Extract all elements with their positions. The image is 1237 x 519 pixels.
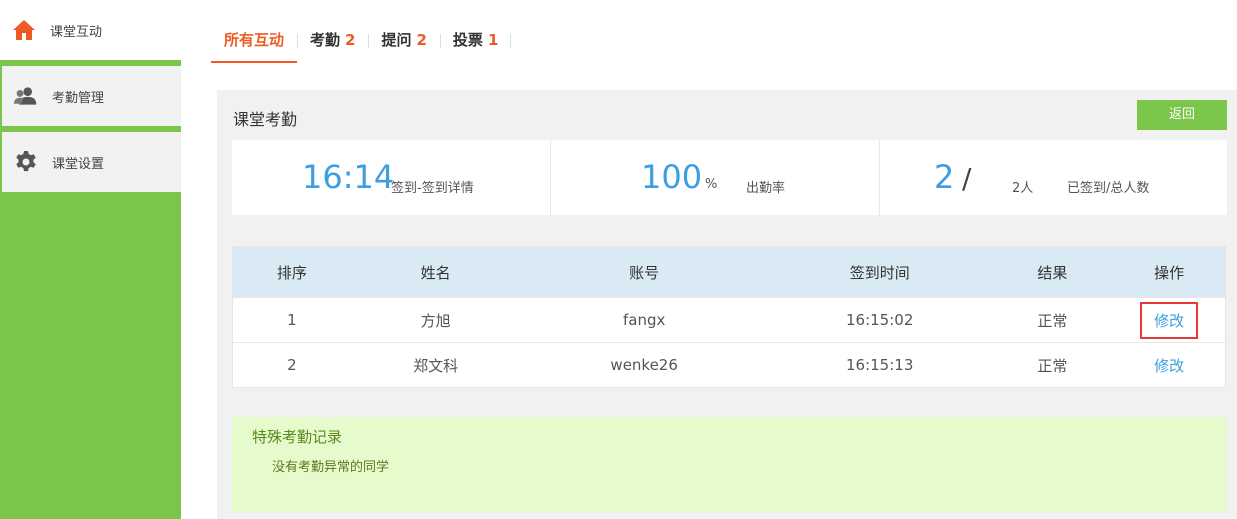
special-records-empty-text: 没有考勤异常的同学 xyxy=(272,460,390,475)
student-account: wenke26 xyxy=(610,356,678,374)
sidebar: 课堂互动 考勤管理 课堂设置 xyxy=(0,0,181,519)
tab-all-interactions[interactable]: 所有互动 xyxy=(211,22,298,63)
checkin-time: 16:15:02 xyxy=(846,311,914,329)
tab-questions[interactable]: 提问 2 xyxy=(368,22,439,62)
back-button[interactable]: 返回 xyxy=(1137,100,1227,130)
attendance-stats: 16:14 签到-签到详情 100 % 出勤率 2 / 2人 已签到/总人数 xyxy=(232,140,1227,215)
attendance-panel: 课堂考勤 返回 16:14 签到-签到详情 100 % 出勤率 2 / 2人 已… xyxy=(217,90,1237,519)
users-icon xyxy=(14,84,38,108)
special-attendance-records: 特殊考勤记录 没有考勤异常的同学 xyxy=(232,417,1227,512)
attendance-result: 正常 xyxy=(1037,356,1068,375)
stat-checkin-time: 16:14 签到-签到详情 xyxy=(232,140,551,215)
tab-count: 2 xyxy=(416,31,427,49)
column-header: 操作 xyxy=(1154,263,1185,282)
sidebar-item-attendance-management[interactable]: 考勤管理 xyxy=(2,66,181,126)
tab-divider xyxy=(368,34,370,48)
column-header: 结果 xyxy=(1037,263,1068,282)
gear-icon xyxy=(14,150,38,174)
sidebar-item-classroom-settings[interactable]: 课堂设置 xyxy=(2,132,181,192)
action-cell: 修改 xyxy=(1113,301,1225,339)
checkin-time: 16:15:13 xyxy=(846,356,914,374)
special-records-title: 特殊考勤记录 xyxy=(252,428,343,446)
attendance-result: 正常 xyxy=(1037,311,1068,330)
total-count-value: 2人 xyxy=(1012,181,1034,196)
student-name: 郑文科 xyxy=(413,356,459,375)
row-index: 1 xyxy=(287,311,297,329)
row-index: 2 xyxy=(287,356,297,374)
sidebar-item-label: 考勤管理 xyxy=(52,90,105,106)
action-cell: 修改 xyxy=(1113,349,1225,382)
sidebar-item-label: 课堂设置 xyxy=(52,156,105,172)
student-name: 方旭 xyxy=(420,311,451,330)
tab-divider xyxy=(297,34,299,48)
attendance-rate-label: 出勤率 xyxy=(746,181,786,196)
tab-divider xyxy=(439,34,441,48)
sidebar-item-classroom-interaction[interactable]: 课堂互动 xyxy=(0,0,181,60)
table-header: 排序 姓名 账号 签到时间 结果 操作 xyxy=(233,247,1225,297)
tab-label: 提问 xyxy=(381,31,412,49)
tab-votes[interactable]: 投票 1 xyxy=(439,22,512,62)
tab-label: 投票 xyxy=(452,31,483,49)
table-row: 2 郑文科 wenke26 16:15:13 正常 修改 xyxy=(233,342,1225,387)
tab-label: 考勤 xyxy=(310,31,341,49)
sidebar-item-label: 课堂互动 xyxy=(50,24,103,40)
tab-label: 所有互动 xyxy=(224,31,285,49)
tab-count: 1 xyxy=(487,31,499,49)
stat-attendance-rate: 100 % 出勤率 xyxy=(551,140,880,215)
column-header: 姓名 xyxy=(420,263,451,282)
panel-title: 课堂考勤 xyxy=(233,110,298,129)
checkin-time-value: 16:14 xyxy=(302,158,395,196)
home-icon xyxy=(12,18,36,42)
column-header: 排序 xyxy=(276,263,307,282)
student-account: fangx xyxy=(622,311,666,329)
count-separator: / xyxy=(962,162,972,195)
attendance-rate-unit: % xyxy=(705,177,718,192)
tab-divider xyxy=(510,34,512,48)
tab-attendance[interactable]: 考勤 2 xyxy=(297,22,368,62)
edit-link[interactable]: 修改 xyxy=(1140,301,1199,339)
tab-count: 2 xyxy=(345,31,356,49)
stat-signed-count: 2 / 2人 已签到/总人数 xyxy=(880,140,1227,215)
column-header: 账号 xyxy=(629,263,660,282)
signed-count-label: 已签到/总人数 xyxy=(1067,181,1150,196)
interaction-tabs: 所有互动 考勤 2 提问 2 投票 1 xyxy=(211,22,512,64)
attendance-rate-value: 100 xyxy=(641,158,703,196)
table-row: 1 方旭 fangx 16:15:02 正常 修改 xyxy=(233,297,1225,342)
signed-count-value: 2 xyxy=(934,158,955,196)
checkin-detail-link[interactable]: 签到-签到详情 xyxy=(391,177,474,196)
attendance-table: 排序 姓名 账号 签到时间 结果 操作 1 方旭 fangx 16:15:02 … xyxy=(232,246,1226,388)
edit-link[interactable]: 修改 xyxy=(1141,349,1197,382)
column-header: 签到时间 xyxy=(849,263,910,282)
